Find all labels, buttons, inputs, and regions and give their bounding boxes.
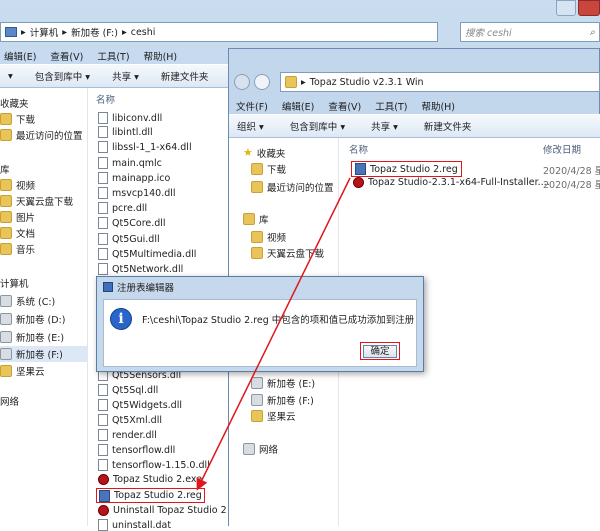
- arrow-line: [196, 177, 351, 491]
- guide-arrow: [196, 177, 351, 491]
